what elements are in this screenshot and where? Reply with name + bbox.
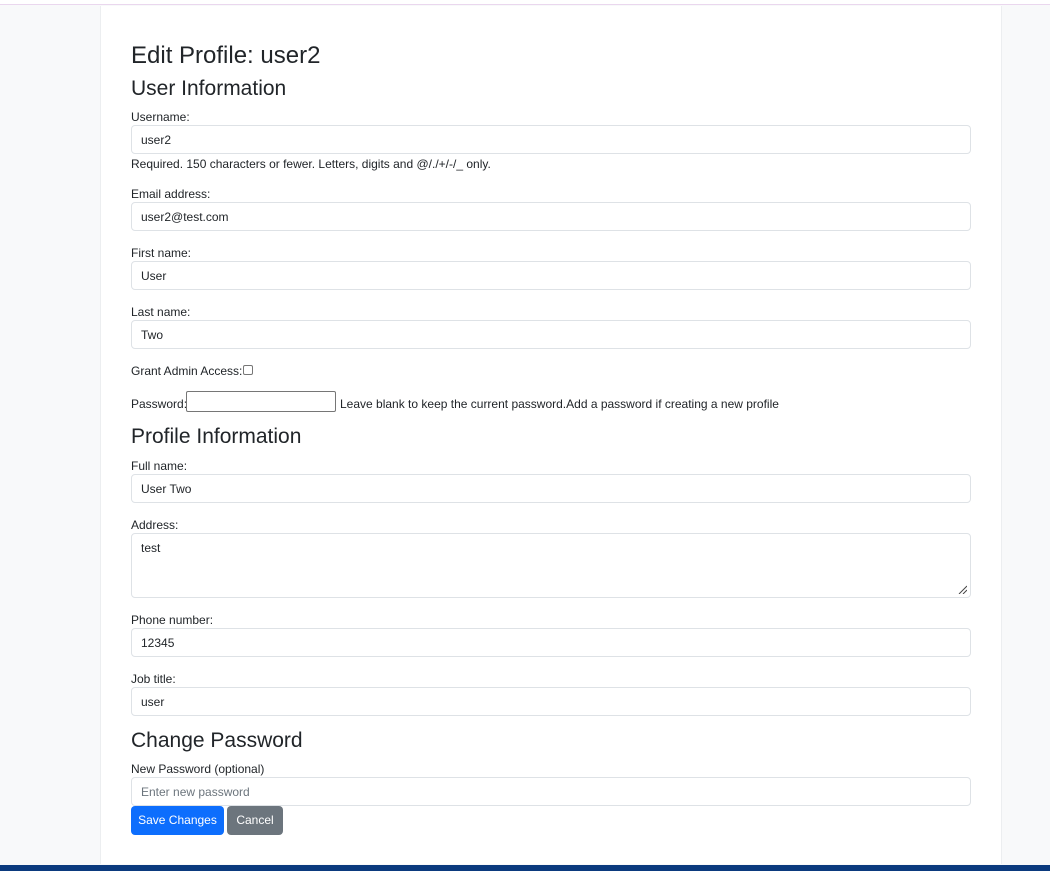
address-textarea[interactable]: test <box>131 533 971 598</box>
first-name-input[interactable] <box>131 261 971 290</box>
phone-number-input[interactable] <box>131 628 971 657</box>
new-password-label: New Password (optional) <box>131 762 265 776</box>
top-rule <box>0 0 1050 5</box>
new-password-input[interactable] <box>131 777 971 806</box>
address-label: Address: <box>131 518 179 532</box>
grant-admin-label: Grant Admin Access: <box>131 364 243 378</box>
footer-bar <box>0 865 1050 871</box>
resize-grip-icon[interactable] <box>957 584 967 594</box>
user-information-heading: User Information <box>131 77 287 100</box>
change-password-heading: Change Password <box>131 729 303 752</box>
profile-form-card: Edit Profile: user2 User Information Use… <box>100 6 1002 864</box>
page-title: Edit Profile: user2 <box>131 42 321 69</box>
profile-information-heading: Profile Information <box>131 425 302 448</box>
username-label: Username: <box>131 110 190 124</box>
grant-admin-checkbox[interactable] <box>243 365 253 375</box>
email-input[interactable] <box>131 202 971 231</box>
cancel-button[interactable]: Cancel <box>227 806 283 835</box>
last-name-input[interactable] <box>131 320 971 349</box>
address-value: test <box>141 541 161 555</box>
job-title-input[interactable] <box>131 687 971 716</box>
job-title-label: Job title: <box>131 672 176 686</box>
last-name-label: Last name: <box>131 305 191 319</box>
phone-number-label: Phone number: <box>131 613 214 627</box>
save-changes-button[interactable]: Save Changes <box>131 806 224 835</box>
password-help-text: Leave blank to keep the current password… <box>340 397 779 411</box>
password-input[interactable] <box>186 391 336 412</box>
full-name-input[interactable] <box>131 474 971 503</box>
username-input[interactable] <box>131 125 971 154</box>
username-help-text: Required. 150 characters or fewer. Lette… <box>131 157 491 171</box>
first-name-label: First name: <box>131 246 192 260</box>
password-label: Password: <box>131 397 188 411</box>
email-label: Email address: <box>131 187 211 201</box>
full-name-label: Full name: <box>131 459 188 473</box>
